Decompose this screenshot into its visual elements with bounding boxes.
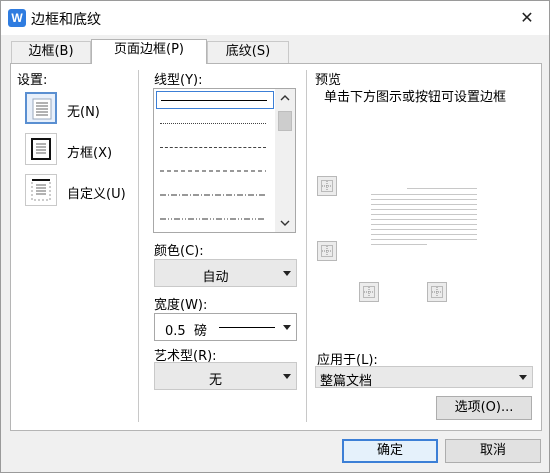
settings-label: 设置: [17, 73, 48, 88]
apply-to-dropdown[interactable]: 整篇文档 [315, 366, 533, 389]
scroll-up-icon[interactable] [280, 94, 290, 102]
preview-hint: 单击下方图示或按钮可设置边框 [324, 90, 507, 105]
line-sample-dashed[interactable] [160, 169, 266, 173]
left-border-button[interactable] [359, 282, 379, 302]
column-divider [138, 70, 139, 422]
ok-button[interactable]: 确定 [342, 439, 438, 463]
setting-custom-label[interactable]: 自定义(U) [67, 183, 126, 202]
chevron-down-icon [283, 271, 291, 276]
bottom-border-button[interactable] [317, 241, 337, 261]
line-sample-dash-dot[interactable] [160, 193, 266, 197]
setting-box-label[interactable]: 方框(X) [67, 142, 112, 161]
tab-borders[interactable]: 边框(B) [11, 41, 91, 63]
color-label: 颜色(C): [154, 244, 204, 259]
line-style-label: 线型(Y): [154, 73, 203, 88]
setting-box-button[interactable] [25, 133, 57, 165]
apply-to-value: 整篇文档 [320, 374, 373, 389]
border-right-icon [431, 286, 443, 298]
border-bottom-icon [321, 245, 333, 257]
border-top-icon [321, 180, 333, 192]
line-style-scrollbar[interactable] [275, 89, 295, 232]
setting-none-label[interactable]: 无(N) [67, 101, 100, 120]
chevron-down-icon [519, 375, 527, 380]
selected-line-style[interactable] [156, 91, 274, 109]
wps-writer-icon: W [8, 9, 26, 27]
art-value: 无 [208, 373, 222, 388]
preview-page-sample[interactable] [367, 186, 481, 250]
dialog-title: 边框和底纹 [31, 12, 101, 28]
width-line-sample [219, 327, 275, 328]
dialog-window: W 边框和底纹 ✕ 边框(B) 页面边框(P) 底纹(S) 设置: 无(N) 方… [0, 0, 550, 473]
width-dropdown[interactable]: 0.5 磅 [154, 313, 297, 341]
width-value: 0.5 磅 [165, 324, 207, 339]
color-value: 自动 [202, 270, 229, 285]
right-border-button[interactable] [427, 282, 447, 302]
close-button[interactable]: ✕ [513, 5, 541, 31]
border-custom-icon [31, 179, 51, 201]
line-sample-solid [161, 100, 267, 101]
scroll-thumb[interactable] [278, 111, 292, 131]
options-button[interactable]: 选项(O)... [436, 396, 532, 420]
tab-shading[interactable]: 底纹(S) [207, 41, 289, 63]
title-bar: W 边框和底纹 ✕ [1, 1, 549, 35]
border-none-icon [32, 98, 52, 120]
scroll-down-icon[interactable] [280, 219, 290, 227]
chevron-down-icon [283, 325, 291, 330]
column-divider [306, 70, 307, 422]
width-label: 宽度(W): [154, 298, 208, 313]
line-sample-dash-dot-dot[interactable] [160, 217, 266, 221]
setting-none-button[interactable] [25, 92, 57, 124]
border-box-icon [31, 138, 51, 160]
color-dropdown[interactable]: 自动 [154, 259, 297, 287]
cancel-button[interactable]: 取消 [445, 439, 541, 463]
line-sample-dotted[interactable] [160, 123, 266, 124]
border-left-icon [363, 286, 375, 298]
tab-page-border[interactable]: 页面边框(P) [91, 39, 207, 64]
setting-custom-button[interactable] [25, 174, 57, 206]
line-sample-dashed-fine[interactable] [160, 147, 266, 148]
art-dropdown[interactable]: 无 [154, 362, 297, 390]
chevron-down-icon [283, 374, 291, 379]
top-border-button[interactable] [317, 176, 337, 196]
